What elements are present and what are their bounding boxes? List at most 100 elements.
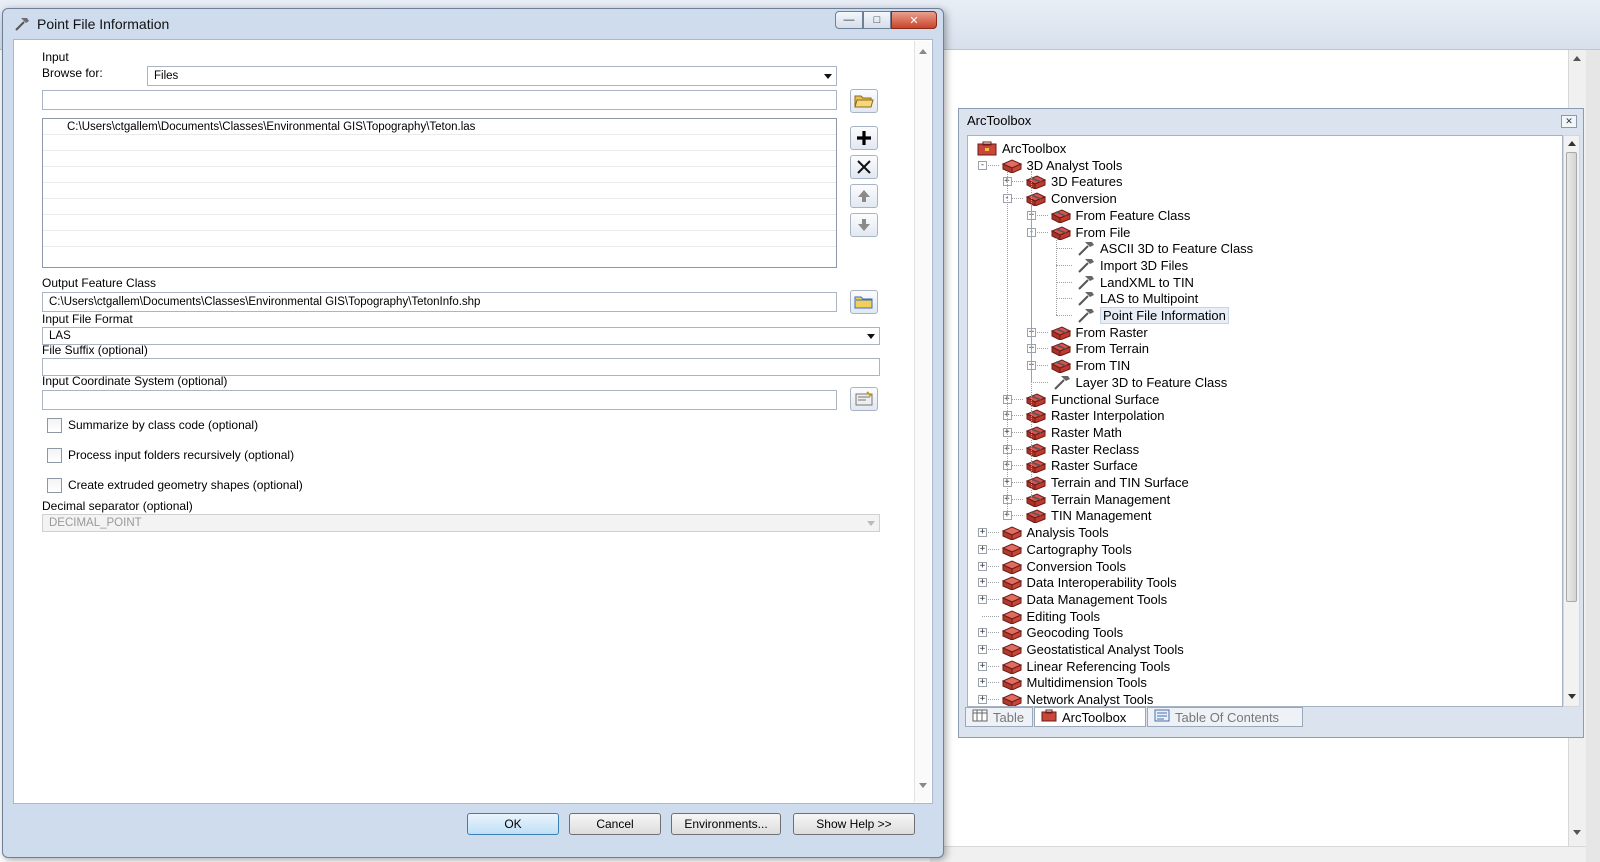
tab-arctoolbox[interactable]: ArcToolbox <box>1034 707 1146 727</box>
tree-item-terrain-management[interactable]: Terrain Management <box>1025 491 1170 508</box>
tree-item-label: ASCII 3D to Feature Class <box>1100 241 1254 257</box>
input-file-format-dropdown[interactable]: LAS <box>42 327 880 345</box>
pane-close-button[interactable]: ✕ <box>1561 115 1577 128</box>
tree-item-raster-reclass[interactable]: Raster Reclass <box>1025 441 1139 458</box>
output-feature-class-field[interactable]: C:\Users\ctgallem\Documents\Classes\Envi… <box>42 292 837 312</box>
tree-item-landxml-to-tin[interactable]: LandXML to TIN <box>1074 274 1194 291</box>
tree-item-layer-3d-to-feature-class[interactable]: Layer 3D to Feature Class <box>1050 374 1228 391</box>
tree-item-conversion-tools[interactable]: Conversion Tools <box>1001 558 1126 575</box>
scroll-down-arrow-icon[interactable] <box>919 783 927 788</box>
toolbox-tree[interactable]: ArcToolbox -3D Analyst Tools +3D Features -… <box>967 135 1563 707</box>
tree-item-from-raster[interactable]: From Raster <box>1050 324 1148 341</box>
tree-item-from-terrain[interactable]: From Terrain <box>1050 340 1149 357</box>
input-files-list[interactable]: C:\Users\ctgallem\Documents\Classes\Envi… <box>42 118 837 268</box>
expand-icon[interactable]: + <box>978 528 987 538</box>
tree-item-cartography-tools[interactable]: Cartography Tools <box>1001 541 1132 558</box>
tree-item-las-to-multipoint[interactable]: LAS to Multipoint <box>1074 290 1198 307</box>
browse-output-button[interactable] <box>850 290 878 314</box>
tree-item-from-tin[interactable]: From TIN <box>1050 357 1130 374</box>
scroll-down-arrow-icon[interactable] <box>1573 830 1581 835</box>
expand-icon[interactable]: + <box>978 594 987 604</box>
scrollbar-thumb[interactable] <box>1566 152 1577 602</box>
tree-item-point-file-information[interactable]: Point File Information <box>1074 307 1229 324</box>
coordinate-system-properties-button[interactable] <box>850 387 878 411</box>
tree-item-raster-interpolation[interactable]: Raster Interpolation <box>1025 407 1164 424</box>
dialog-body: Input Browse for: Files C:\Users\ctgalle… <box>13 39 933 804</box>
toc-icon <box>1154 709 1175 725</box>
tree-item-label: Conversion Tools <box>1026 558 1126 574</box>
dialog-titlebar[interactable]: Point File Information — □ ✕ <box>3 9 943 39</box>
tree-item-editing-tools[interactable]: Editing Tools <box>1001 608 1100 625</box>
tree-item-conversion[interactable]: Conversion <box>1025 190 1117 207</box>
scroll-up-arrow-icon[interactable] <box>919 49 927 54</box>
add-item-button[interactable] <box>850 126 878 150</box>
tree-item-arctoolbox[interactable]: ArcToolbox <box>976 140 1066 157</box>
tree-item-network-analyst-tools[interactable]: Network Analyst Tools <box>1001 691 1153 706</box>
toolset-icon <box>1025 475 1051 490</box>
table-icon <box>972 709 993 725</box>
tree-item-label: Layer 3D to Feature Class <box>1075 374 1228 390</box>
cancel-button[interactable]: Cancel <box>569 813 661 835</box>
environments-button[interactable]: Environments... <box>671 813 781 835</box>
tree-item-geocoding-tools[interactable]: Geocoding Tools <box>1001 624 1123 641</box>
tree-item-3d-analyst-tools[interactable]: 3D Analyst Tools <box>1001 157 1122 174</box>
move-up-button[interactable] <box>850 184 878 208</box>
tree-item-tin-management[interactable]: TIN Management <box>1025 507 1151 524</box>
create-extruded-shapes-checkbox[interactable] <box>47 478 62 493</box>
tree-item-data-management-tools[interactable]: Data Management Tools <box>1001 591 1167 608</box>
tree-item-3d-features[interactable]: 3D Features <box>1025 173 1123 190</box>
process-recursively-checkbox[interactable] <box>47 448 62 463</box>
tree-item-import-3d-files[interactable]: Import 3D Files <box>1074 257 1188 274</box>
ok-button[interactable]: OK <box>467 813 559 835</box>
tree-item-raster-math[interactable]: Raster Math <box>1025 424 1122 441</box>
maximize-button[interactable]: □ <box>863 11 891 29</box>
expand-icon[interactable]: + <box>978 578 987 588</box>
tree-item-ascii-3d-to-feature-class[interactable]: ASCII 3D to Feature Class <box>1074 240 1253 257</box>
tab-table-of-contents[interactable]: Table Of Contents <box>1147 707 1303 727</box>
tree-item-linear-referencing-tools[interactable]: Linear Referencing Tools <box>1001 658 1170 675</box>
tree-item-terrain-and-tin-surface[interactable]: Terrain and TIN Surface <box>1025 474 1189 491</box>
expand-icon[interactable]: + <box>978 544 987 554</box>
close-button[interactable]: ✕ <box>891 11 937 29</box>
scroll-up-arrow-icon[interactable] <box>1568 141 1576 146</box>
expand-icon[interactable]: + <box>978 661 987 671</box>
browse-for-label: Browse for: <box>42 66 103 80</box>
expand-icon[interactable]: + <box>978 628 987 638</box>
tree-item-from-file[interactable]: From File <box>1050 224 1130 241</box>
input-coordinate-system-field[interactable] <box>42 390 837 410</box>
input-path-field[interactable] <box>42 90 837 110</box>
tree-item-raster-surface[interactable]: Raster Surface <box>1025 457 1138 474</box>
chevron-down-icon <box>867 334 875 339</box>
tree-item-from-feature-class[interactable]: From Feature Class <box>1050 207 1190 224</box>
show-help-button[interactable]: Show Help >> <box>793 813 915 835</box>
tree-item-geostatistical-analyst-tools[interactable]: Geostatistical Analyst Tools <box>1001 641 1184 658</box>
summarize-by-class-checkbox[interactable] <box>47 418 62 433</box>
toolset-icon <box>1025 408 1051 424</box>
expand-icon[interactable]: + <box>978 645 987 654</box>
decimal-separator-dropdown[interactable]: DECIMAL_POINT <box>42 514 880 532</box>
tab-table[interactable]: Table <box>965 707 1033 727</box>
tree-item-functional-surface[interactable]: Functional Surface <box>1025 391 1159 408</box>
browse-for-dropdown[interactable]: Files <box>147 66 837 86</box>
expand-icon[interactable]: + <box>978 695 987 705</box>
collapse-icon[interactable]: - <box>978 160 987 170</box>
tree-item-data-interoperability-tools[interactable]: Data Interoperability Tools <box>1001 574 1177 591</box>
expand-icon[interactable]: + <box>978 678 987 688</box>
move-down-button[interactable] <box>850 213 878 237</box>
arctoolbox-pane: ArcToolbox ✕ ArcToolbox - 3D Analyst Tools… <box>958 108 1584 738</box>
browse-input-button[interactable] <box>850 89 878 113</box>
minimize-button[interactable]: — <box>835 11 863 29</box>
expand-icon[interactable]: + <box>978 561 987 571</box>
tree-vertical-scrollbar[interactable] <box>1563 135 1580 707</box>
tree-item-analysis-tools[interactable]: Analysis Tools <box>1001 524 1109 541</box>
remove-item-button[interactable] <box>850 155 878 179</box>
tree-item-multidimension-tools[interactable]: Multidimension Tools <box>1001 674 1147 691</box>
window-controls: — □ ✕ <box>835 11 937 29</box>
toolset-icon <box>1025 492 1051 507</box>
scroll-up-arrow-icon[interactable] <box>1573 56 1581 61</box>
app-horizontal-scrollbar[interactable] <box>930 846 1586 862</box>
scroll-down-arrow-icon[interactable] <box>1568 694 1576 699</box>
process-recursively-label: Process input folders recursively (optio… <box>68 448 295 462</box>
list-item[interactable]: C:\Users\ctgallem\Documents\Classes\Envi… <box>43 119 836 135</box>
dialog-vertical-scrollbar[interactable] <box>914 41 931 802</box>
